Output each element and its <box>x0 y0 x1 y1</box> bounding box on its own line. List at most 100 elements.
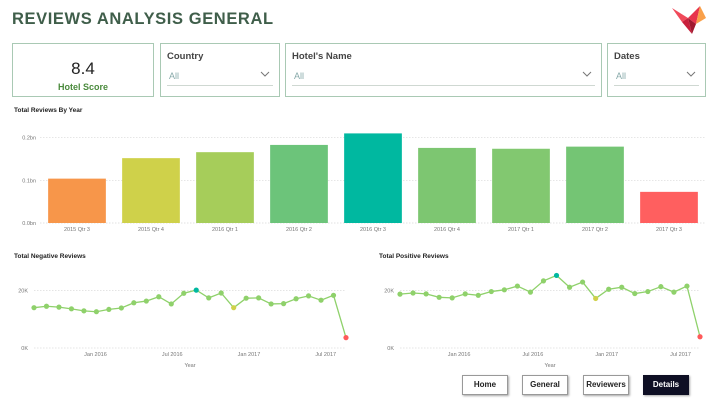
bar <box>418 147 476 223</box>
positive-reviews-chart: 0K 20K Jan 2016 Jul 2016 Jan 2017 Jul 2017 Yea… <box>384 272 703 369</box>
data-point <box>31 305 37 311</box>
dates-dropdown[interactable]: All <box>614 68 699 86</box>
country-value: All <box>169 71 180 81</box>
x-tick-label: 2015 Qtr 4 <box>138 227 164 233</box>
data-point <box>143 298 149 304</box>
data-point <box>243 295 249 301</box>
data-point <box>293 296 299 302</box>
negative-reviews-title: Total Negative Reviews <box>14 253 86 260</box>
x-tick-label: Jan 2017 <box>238 352 261 358</box>
reviewers-button[interactable]: Reviewers <box>583 375 629 395</box>
bar <box>196 152 254 223</box>
y-tick-label: 0.2bn <box>22 136 36 142</box>
x-tick-label: 2017 Qtr 2 <box>582 227 608 233</box>
data-point <box>671 289 677 295</box>
dates-slicer-label: Dates <box>614 51 640 62</box>
x-tick-label: 2017 Qtr 1 <box>508 227 534 233</box>
origami-bird-logo <box>672 6 706 34</box>
data-point <box>118 305 124 311</box>
data-point <box>397 291 403 297</box>
data-point <box>56 304 62 310</box>
data-point <box>606 286 612 292</box>
hotel-name-slicer[interactable]: Hotel's Name All <box>285 43 602 97</box>
data-point <box>43 303 50 309</box>
dates-slicer[interactable]: Dates All <box>607 43 706 97</box>
x-tick-label: Jul 2017 <box>315 352 336 358</box>
bar <box>122 158 180 223</box>
page-title: REVIEWS ANALYSIS GENERAL <box>12 10 274 28</box>
hotel-score-card: 8.4 Hotel Score <box>12 43 154 97</box>
bar <box>270 144 328 223</box>
data-point <box>318 297 324 303</box>
hotel-score-label: Hotel Score <box>57 82 108 92</box>
reviews-by-year-chart: 0.0bn 0.1bn 0.2bn 2015 Qtr 3 2015 Qtr 4 2016 … <box>22 133 706 233</box>
data-point <box>462 291 468 297</box>
data-point <box>527 289 534 295</box>
data-point <box>684 283 690 289</box>
y-tick-label: 0.1bn <box>22 178 36 184</box>
data-point <box>106 306 112 313</box>
bar <box>640 191 698 223</box>
details-button[interactable]: Details <box>643 375 689 395</box>
hotel-name-dropdown[interactable]: All <box>292 68 595 86</box>
data-point <box>256 295 262 301</box>
data-point <box>619 284 625 290</box>
data-point <box>566 284 573 290</box>
data-point <box>423 291 429 297</box>
y-tick-label: 0.0bn <box>22 221 36 227</box>
data-point <box>645 288 651 295</box>
data-point <box>81 308 87 314</box>
reviews-by-year-title: Total Reviews By Year <box>14 107 83 114</box>
general-button[interactable]: General <box>522 375 568 395</box>
data-point <box>168 301 174 307</box>
home-button[interactable]: Home <box>462 375 508 395</box>
dates-value: All <box>616 71 627 81</box>
chevron-down-icon <box>686 71 696 77</box>
positive-reviews-title: Total Positive Reviews <box>379 253 449 260</box>
y-tick-label: 20K <box>18 288 28 294</box>
data-point <box>305 293 312 299</box>
data-point <box>553 272 560 279</box>
data-point <box>658 284 664 290</box>
data-point <box>632 290 638 297</box>
x-tick-label: Jan 2016 <box>448 352 471 358</box>
hotel-score-value: 8.4 <box>71 59 95 78</box>
data-point <box>501 287 507 293</box>
data-point <box>514 283 520 289</box>
country-dropdown[interactable]: All <box>167 68 273 86</box>
chevron-down-icon <box>582 71 592 77</box>
data-point <box>330 292 337 298</box>
data-point <box>193 287 199 293</box>
data-point <box>131 300 137 306</box>
bar <box>566 146 624 223</box>
x-axis-title: Year <box>544 363 555 369</box>
data-point <box>68 306 75 312</box>
y-tick-label: 20K <box>384 288 394 294</box>
data-point <box>343 335 349 341</box>
data-point <box>540 278 547 284</box>
x-tick-label: Jan 2016 <box>84 352 107 358</box>
bar <box>344 133 402 223</box>
x-tick-label: 2016 Qtr 1 <box>212 227 238 233</box>
data-point <box>206 295 212 301</box>
data-point <box>268 301 274 307</box>
x-axis-title: Year <box>184 363 195 369</box>
x-tick-label: Jan 2017 <box>595 352 618 358</box>
data-point <box>436 294 442 300</box>
data-point <box>93 309 99 315</box>
series-line <box>399 274 701 337</box>
country-slicer[interactable]: Country All <box>160 43 280 97</box>
negative-reviews-chart: 0K 20K Jan 2016 Jul 2016 Jan 2017 Jul 2017 Yea… <box>18 287 349 369</box>
data-point <box>181 290 187 296</box>
x-tick-label: 2015 Qtr 3 <box>64 227 90 233</box>
data-point <box>156 294 162 300</box>
hotel-name-value: All <box>294 71 305 81</box>
bar <box>492 148 550 223</box>
data-point <box>218 290 224 296</box>
hotel-name-slicer-label: Hotel's Name <box>292 51 352 62</box>
x-tick-label: 2016 Qtr 2 <box>286 227 312 233</box>
data-point <box>697 334 703 340</box>
x-tick-label: Jul 2016 <box>162 352 183 358</box>
chevron-down-icon <box>260 71 270 77</box>
y-tick-label: 0K <box>21 346 28 352</box>
